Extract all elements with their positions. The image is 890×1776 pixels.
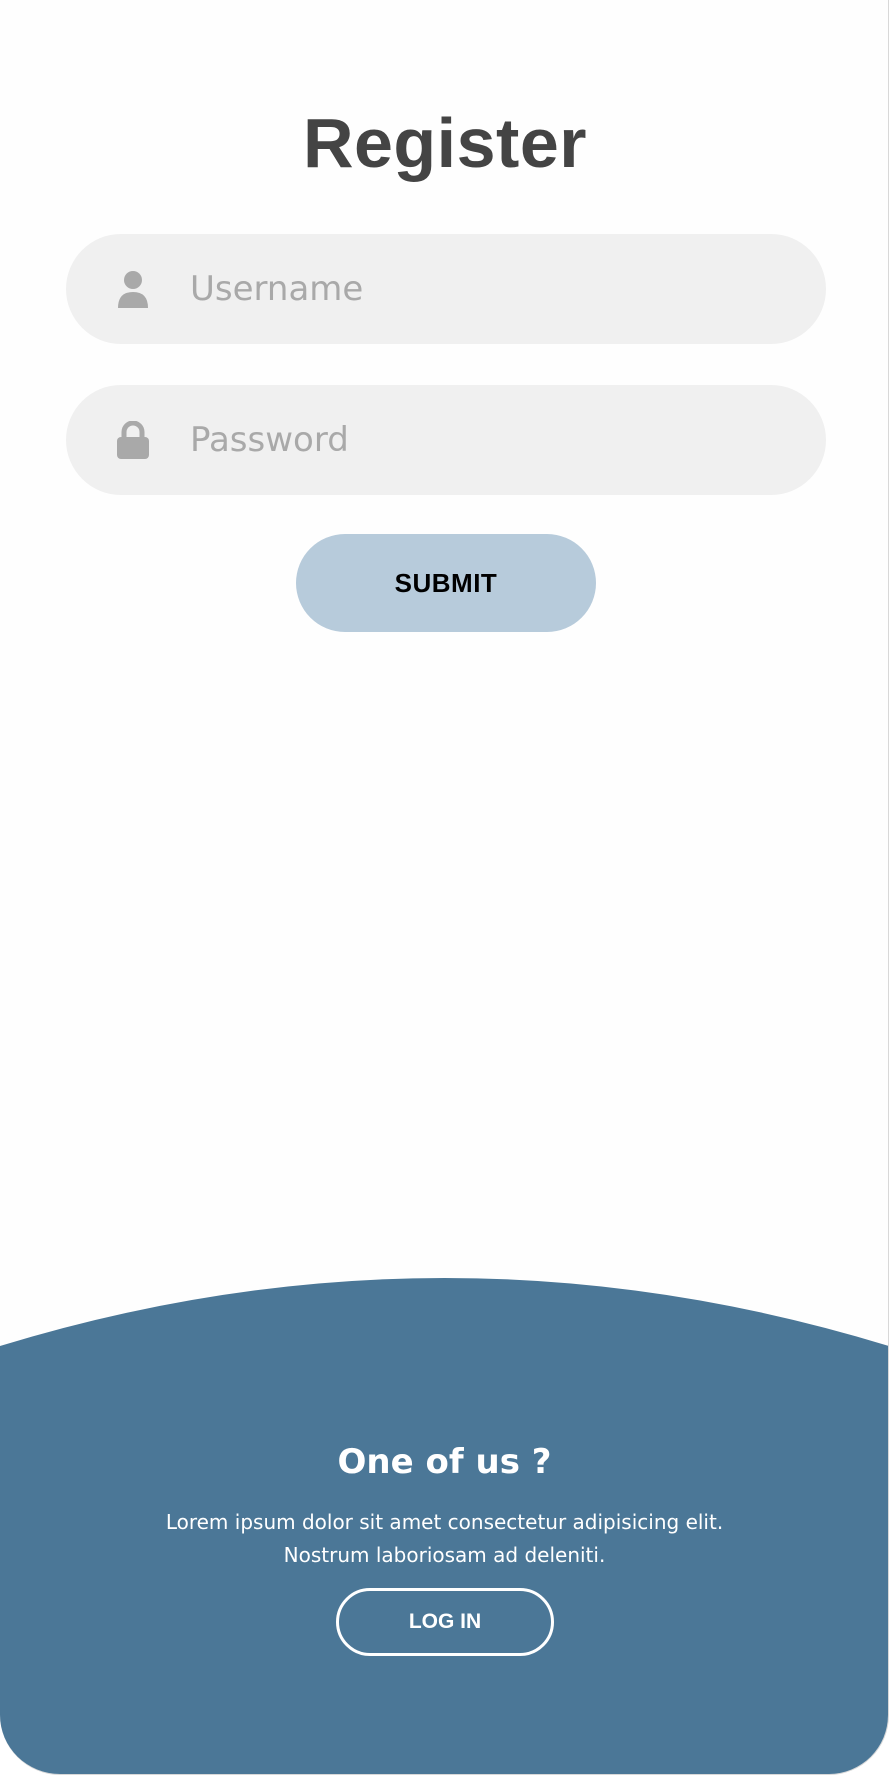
- username-field[interactable]: [66, 234, 826, 344]
- panel-text-line: Nostrum laboriosam ad deleniti.: [283, 1543, 606, 1567]
- panel-title: One of us ?: [337, 1442, 552, 1482]
- panel-description: Lorem ipsum dolor sit amet consectetur a…: [100, 1506, 789, 1572]
- password-input[interactable]: [188, 385, 796, 495]
- login-button[interactable]: LOG IN: [336, 1588, 554, 1656]
- login-panel: One of us ? Lorem ipsum dolor sit amet c…: [0, 1270, 888, 1774]
- submit-button[interactable]: SUBMIT: [296, 534, 596, 632]
- panel-text-line: Lorem ipsum dolor sit amet consectetur a…: [165, 1510, 724, 1534]
- app-frame: Register SUBMIT One of us ? Lorem ipsum …: [0, 0, 889, 1775]
- username-input[interactable]: [188, 234, 796, 344]
- page-title: Register: [302, 104, 588, 182]
- lock-icon: [117, 421, 149, 459]
- password-field[interactable]: [66, 385, 826, 495]
- user-icon: [118, 271, 148, 308]
